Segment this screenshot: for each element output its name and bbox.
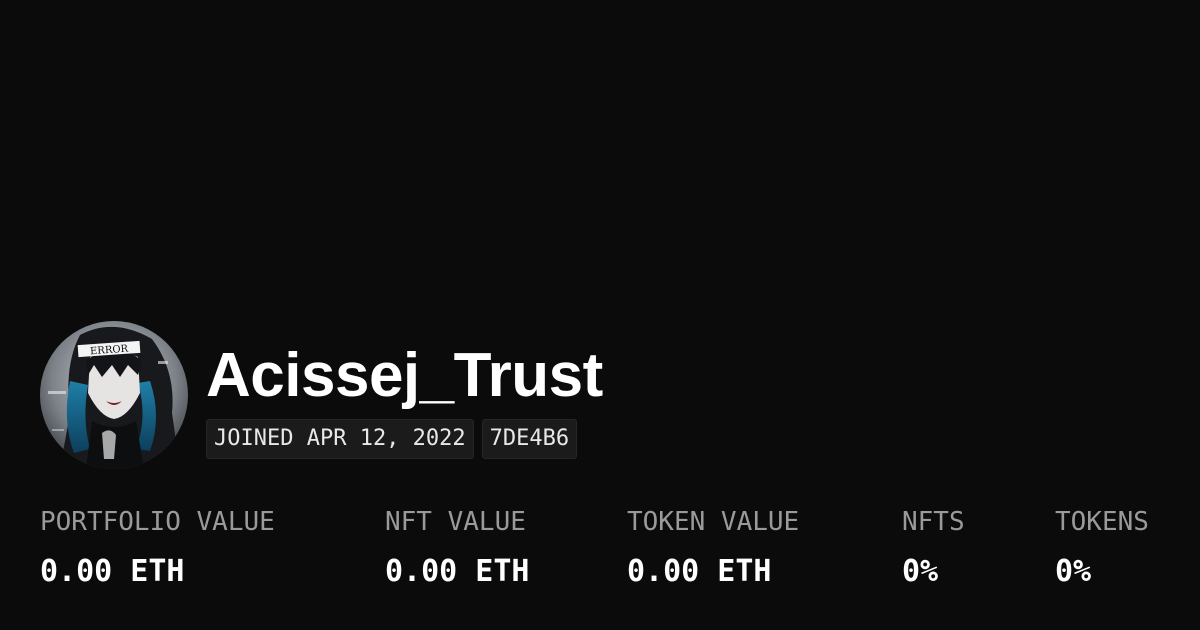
profile-avatar: ERROR <box>40 321 188 469</box>
profile-name: Acissej_Trust <box>206 341 603 410</box>
address-badge: 7DE4B6 <box>481 419 578 459</box>
stat-label: TOKEN VALUE <box>627 507 800 537</box>
stat-value: 0% <box>902 554 939 589</box>
stat-value: 0.00 ETH <box>627 554 772 589</box>
stat-value: 0.00 ETH <box>40 554 185 589</box>
stat-portfolio-value: PORTFOLIO VALUE 0.00 ETH <box>40 504 275 590</box>
avatar-image: ERROR <box>40 321 188 469</box>
profile-badges: JOINED APR 12, 2022 7DE4B6 <box>206 419 578 459</box>
stat-value: 0% <box>1055 554 1092 589</box>
stat-label: NFTS <box>902 507 965 537</box>
stat-tokens: TOKENS 0% <box>1055 504 1149 590</box>
stat-value: 0.00 ETH <box>385 554 530 589</box>
joined-date-badge: JOINED APR 12, 2022 <box>206 419 474 459</box>
stat-token-value: TOKEN VALUE 0.00 ETH <box>627 504 799 590</box>
stat-label: NFT VALUE <box>385 507 526 537</box>
stat-label: PORTFOLIO VALUE <box>40 507 275 537</box>
stat-label: TOKENS <box>1055 507 1149 537</box>
stat-nfts: NFTS 0% <box>902 504 965 590</box>
stat-nft-value: NFT VALUE 0.00 ETH <box>385 504 530 590</box>
